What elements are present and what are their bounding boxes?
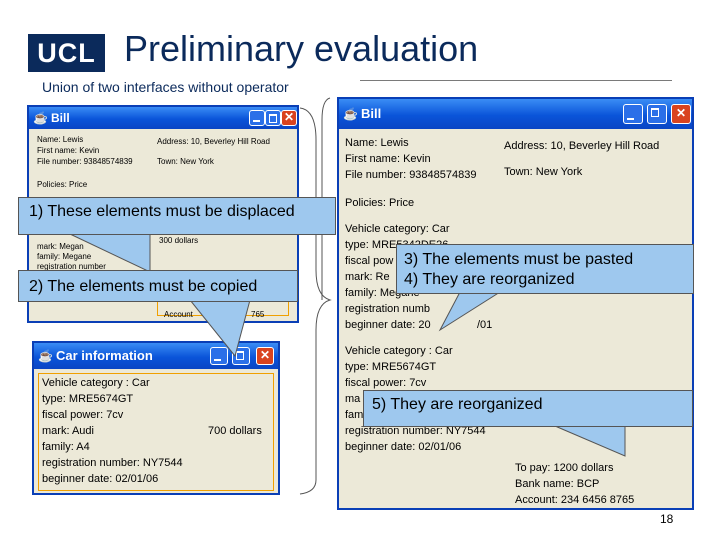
slide-number: 18 [660,512,674,526]
town-label: Town: New York [157,157,214,166]
registration-label: registration number: NY7544 [42,457,183,469]
app-icon: ☕ [38,349,53,363]
address-label: Address: 10, Beverley Hill Road [504,140,660,152]
vehicle2-mark-label: ma [345,393,361,405]
minimize-icon[interactable] [623,104,643,124]
car-info-titlebar[interactable]: ☕ Car information ✕ [34,343,278,369]
vehicle2-category-label: Vehicle category : Car [345,345,453,357]
name-label: Name: Lewis [345,137,409,149]
vehicle1-beginner-date-label: beginner date: 20 [345,319,431,331]
name-label: Name: Lewis [37,135,84,144]
subtitle-rule [360,80,672,81]
app-icon: ☕ [33,111,48,125]
amount-label: 300 dollars [159,236,199,245]
family-label: family: A4 [42,441,90,453]
callout-3-4: 3) The elements must be pasted 4) They a… [396,244,694,294]
callout-2-text: 2) The elements must be copied [29,278,258,295]
slide-subtitle: Union of two interfaces without operator [42,79,289,95]
car-information-window: ☕ Car information ✕ Vehicle category : C… [32,341,280,495]
bank-name-label: Bank name: BCP [515,478,600,490]
close-icon[interactable]: ✕ [671,104,691,124]
account-label: Account [164,310,193,319]
window-title: Car information [56,348,153,363]
first-name-label: First name: Kevin [345,153,431,165]
account-end-label: 765 [251,310,265,319]
maximize-icon[interactable] [647,104,667,124]
right-bill-window: ☕ Bill ✕ Name: Lewis First name: Kevin F… [337,97,694,510]
callout-5: 5) They are reorganized [363,390,693,427]
file-number-label: File number: 93848574839 [345,169,477,181]
type-label: type: MRE5674GT [42,393,134,405]
maximize-icon[interactable] [265,110,281,126]
ucl-logo: UCL [28,34,105,72]
vehicle1-beginner-date-end: /01 [477,319,493,331]
callout-2: 2) The elements must be copied [18,270,298,302]
right-bill-titlebar[interactable]: ☕ Bill ✕ [339,99,692,129]
family-label: family: Megane [37,252,92,261]
first-name-label: First name: Kevin [37,146,100,155]
vehicle-category-label: Vehicle category : Car [42,377,150,389]
vehicle1-mark-label: mark: Re [345,271,390,283]
mark-label: mark: Megan [37,242,84,251]
vehicle1-registration-label: registration numb [345,303,430,315]
mark-label: mark: Audi [42,425,94,437]
left-bill-titlebar[interactable]: ☕ Bill ✕ [29,107,297,129]
vehicle2-family-label: fam [345,409,364,421]
callout-4-text: 4) They are reorganized [404,271,575,288]
callout-3-text: 3) The elements must be pasted [404,251,634,268]
to-pay-label: To pay: 1200 dollars [515,462,614,474]
window-title: Bill [51,111,70,125]
vehicle2-type-label: type: MRE5674GT [345,361,437,373]
slide-title: Preliminary evaluation [124,28,479,69]
file-number-label: File number: 93848574839 [37,157,133,166]
vehicle2-beginner-date-label: beginner date: 02/01/06 [345,441,462,453]
vehicle2-fiscal-label: fiscal power: 7cv [345,377,427,389]
callout-1-text: 1) These elements must be displaced [29,203,295,220]
policies-label: Policies: Price [345,197,415,209]
amount-label: 700 dollars [208,425,262,437]
callout-1: 1) These elements must be displaced [18,197,336,235]
policies-label: Policies: Price [37,180,88,189]
vehicle1-category-label: Vehicle category: Car [345,223,450,235]
beginner-date-label: beginner date: 02/01/06 [42,473,159,485]
minimize-icon[interactable] [210,347,228,365]
window-title: Bill [361,106,382,121]
fiscal-power-label: fiscal power: 7cv [42,409,124,421]
vehicle1-fiscal-label: fiscal pow [345,255,394,267]
address-label: Address: 10, Beverley Hill Road [157,137,270,146]
callout-5-text: 5) They are reorganized [372,396,543,413]
app-icon: ☕ [343,107,358,121]
account-label: Account: 234 6456 8765 [515,494,635,506]
maximize-icon[interactable] [232,347,250,365]
close-icon[interactable]: ✕ [256,347,274,365]
minimize-icon[interactable] [249,110,265,126]
close-icon[interactable]: ✕ [281,110,297,126]
town-label: Town: New York [504,166,583,178]
